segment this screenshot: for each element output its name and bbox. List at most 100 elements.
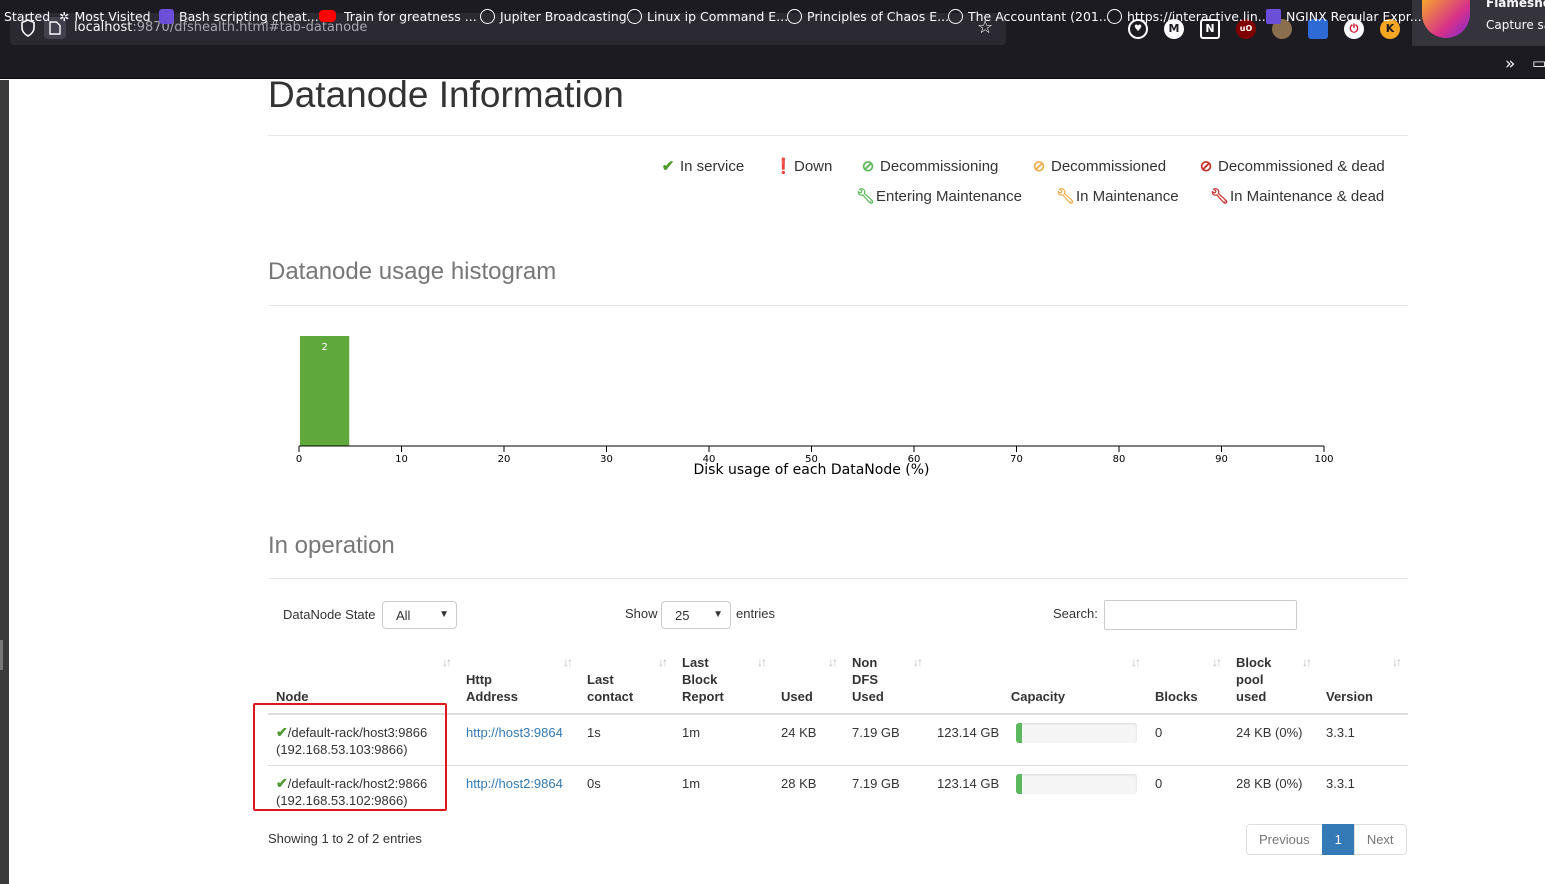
datanode-state-label: DataNode State <box>283 607 376 622</box>
divider <box>268 305 1408 306</box>
other-bookmarks-icon[interactable]: ▭ <box>1532 54 1545 72</box>
capacity-progress-fill <box>1016 773 1023 794</box>
gear-icon: ✲ <box>59 9 70 24</box>
header-label-line: Node <box>276 689 309 704</box>
column-header[interactable]: Http Address ↓↑ <box>458 648 579 715</box>
chevron-down-icon: ▼ <box>713 609 723 620</box>
search-label: Search: <box>1053 606 1098 621</box>
globe-icon <box>480 9 495 24</box>
legend-decommissioned: ⊘ Decommissioned <box>1031 157 1166 175</box>
bookmark-label: Jupiter Broadcasting <box>500 9 627 24</box>
header-label-line: Http <box>466 672 492 687</box>
bookmark-chaos[interactable]: Principles of Chaos E... <box>787 9 949 24</box>
legend-label: In service <box>680 158 745 175</box>
column-header[interactable]: Last Block Report ↓↑ <box>674 648 773 715</box>
sidebar-edge <box>0 80 9 884</box>
chevron-down-icon: ▼ <box>439 609 449 620</box>
non-dfs-cell: 7.19 GB <box>844 764 929 816</box>
capacity-value: 123.14 GB <box>937 725 1000 740</box>
bookmark-label: https://interactive.lin... <box>1127 9 1270 24</box>
legend-in-maintenance: 🔧︎In Maintenance <box>1056 187 1179 205</box>
header-label-line: Used <box>852 689 884 704</box>
select-value: All <box>396 608 411 623</box>
header-label-line: DFS <box>852 672 878 687</box>
bookmark-accountant[interactable]: The Accountant (201... <box>948 9 1111 24</box>
show-label: Show <box>625 606 658 621</box>
last-contact-cell: 1s <box>579 713 674 765</box>
bookmark-label: Most Visited <box>74 9 151 24</box>
capacity-progress-fill <box>1016 723 1023 743</box>
header-label-line: Block <box>1236 655 1272 670</box>
wrench-icon: 🔧︎ <box>856 188 876 205</box>
header-label-line: Report <box>682 689 724 704</box>
divider <box>268 135 1408 136</box>
bookmark-jupiter[interactable]: Jupiter Broadcasting <box>480 9 627 24</box>
sort-icon[interactable]: ↓↑ <box>757 654 767 671</box>
header-label-line: Blocks <box>1155 689 1198 704</box>
header-label-line: Capacity <box>1010 689 1066 704</box>
page-1-button[interactable]: 1 <box>1321 824 1355 855</box>
bookmark-train[interactable]: Train for greatness ... <box>319 9 477 24</box>
nginx-icon <box>1266 9 1281 24</box>
sort-icon[interactable]: ↓↑ <box>1302 654 1312 671</box>
page-length-select[interactable]: 25 ▼ <box>661 601 731 629</box>
x-tick-label: 90 <box>1215 454 1228 465</box>
bookmark-label: Bash scripting cheat... <box>179 9 319 24</box>
legend-entering-maintenance: 🔧︎Entering Maintenance <box>856 187 1022 205</box>
header-label-line: Address <box>466 689 519 704</box>
datanode-state-select[interactable]: All ▼ <box>382 601 457 629</box>
annotation-highlight-box <box>253 703 447 811</box>
bookmark-label: Principles of Chaos E... <box>807 9 950 24</box>
exclamation-icon: ❗ <box>774 158 793 175</box>
x-tick-label: 10 <box>395 454 408 465</box>
column-header[interactable]: Capacity ↓↑ <box>929 648 1147 715</box>
bookmark-linux-ip[interactable]: Linux ip Command E... <box>627 9 788 24</box>
bookmark-most-visited[interactable]: ✲ Most Visited <box>59 9 151 24</box>
column-header[interactable]: Version ↓↑ <box>1318 648 1408 715</box>
flameshot-title: Flamesho <box>1486 0 1545 10</box>
bookmark-bash[interactable]: Bash scripting cheat... <box>159 9 319 24</box>
sort-icon[interactable]: ↓↑ <box>1392 654 1402 671</box>
sort-icon[interactable]: ↓↑ <box>563 654 573 671</box>
column-header[interactable]: Blocks ↓↑ <box>1147 648 1228 715</box>
capacity-cell: 123.14 GB <box>929 713 1147 765</box>
legend-label: Decommissioned & dead <box>1218 158 1385 175</box>
scroll-handle[interactable] <box>0 640 3 670</box>
sort-icon[interactable]: ↓↑ <box>1212 654 1222 671</box>
sort-icon[interactable]: ↓↑ <box>1131 654 1141 671</box>
bookmark-started[interactable]: Started <box>4 9 50 24</box>
column-header[interactable]: Used ↓↑ <box>773 648 844 715</box>
previous-page-button[interactable]: Previous <box>1246 824 1323 855</box>
globe-icon <box>627 9 642 24</box>
bookmark-label: The Accountant (201... <box>968 9 1111 24</box>
bookmark-interactive[interactable]: https://interactive.lin... <box>1107 9 1270 24</box>
select-value: 25 <box>675 608 690 623</box>
next-page-button[interactable]: Next <box>1353 824 1407 855</box>
sort-icon[interactable]: ↓↑ <box>828 654 838 671</box>
x-tick-label: 20 <box>498 454 511 465</box>
sort-icon[interactable]: ↓↑ <box>658 654 668 671</box>
block-pool-cell: 24 KB (0%) <box>1228 713 1318 765</box>
bookmark-nginx[interactable]: NGINX Regular Expr... <box>1266 9 1422 24</box>
http-address-link[interactable]: http://host2:9864 <box>466 776 563 791</box>
table-info: Showing 1 to 2 of 2 entries <box>268 831 422 846</box>
search-input[interactable] <box>1104 600 1297 630</box>
column-header[interactable]: Non DFS Used ↓↑ <box>844 648 929 715</box>
chevron-double-right-icon[interactable]: » <box>1505 54 1515 74</box>
column-header[interactable]: Last contact ↓↑ <box>579 648 674 715</box>
legend-label: Decommissioned <box>1051 158 1167 175</box>
ban-icon: ⊘ <box>1032 158 1046 175</box>
bookmark-label: Started <box>4 9 51 24</box>
ban-icon: ⊘ <box>1199 158 1213 175</box>
sort-icon[interactable]: ↓↑ <box>442 654 452 671</box>
legend-label: In Maintenance <box>1076 188 1179 205</box>
histogram-heading: Datanode usage histogram <box>268 258 557 285</box>
divider <box>268 578 1408 579</box>
http-address-link[interactable]: http://host3:9864 <box>466 725 563 740</box>
check-icon: ✔ <box>661 158 675 175</box>
sort-icon[interactable]: ↓↑ <box>913 654 923 671</box>
header-label-line: Last <box>682 655 709 670</box>
legend-label: Decommissioning <box>880 158 999 175</box>
youtube-icon <box>319 10 336 22</box>
column-header[interactable]: Block pool used ↓↑ <box>1228 648 1318 715</box>
